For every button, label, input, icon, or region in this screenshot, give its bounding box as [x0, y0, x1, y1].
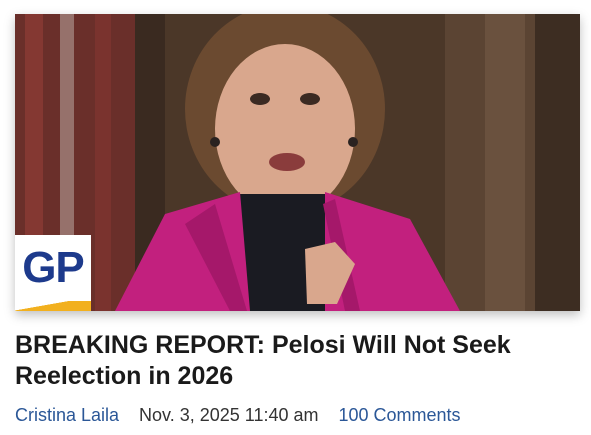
article-meta: Cristina Laila Nov. 3, 2025 11:40 am 100 C…	[15, 405, 461, 426]
article-card: GP BREAKING REPORT: Pelosi Will Not Seek…	[0, 0, 591, 435]
hero-photo	[15, 14, 580, 311]
article-datetime: Nov. 3, 2025 11:40 am	[139, 405, 319, 425]
site-logo[interactable]: GP	[15, 235, 91, 311]
article-hero-image[interactable]	[15, 14, 580, 311]
comments-link[interactable]: 100 Comments	[339, 405, 461, 425]
article-title[interactable]: BREAKING REPORT: Pelosi Will Not Seek Re…	[15, 330, 575, 392]
author-link[interactable]: Cristina Laila	[15, 405, 119, 425]
site-logo-text: GP	[22, 243, 85, 292]
site-logo-accent-stripe	[15, 301, 91, 311]
